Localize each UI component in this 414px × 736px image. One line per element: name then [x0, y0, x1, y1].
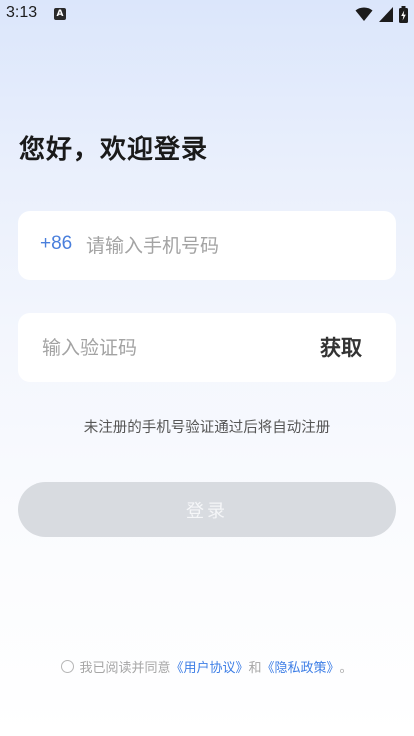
user-agreement-link[interactable]: 《用户协议》 — [170, 657, 248, 676]
verification-code-input[interactable] — [42, 313, 292, 382]
notification-a-icon: A — [54, 8, 66, 20]
agree-checkbox[interactable] — [61, 660, 75, 673]
status-time: 3:13 — [6, 4, 38, 21]
wifi-icon — [355, 7, 373, 22]
status-icons — [355, 5, 408, 23]
page-title: 您好，欢迎登录 — [19, 135, 209, 165]
login-button[interactable]: 登录 — [18, 482, 396, 537]
cell-signal-icon — [379, 6, 393, 22]
auto-register-notice: 未注册的手机号验证通过后将自动注册 — [83, 420, 331, 436]
agreement-suffix: 。 — [339, 661, 353, 676]
agreement-conjunction: 和 — [248, 661, 262, 676]
phone-input[interactable] — [86, 211, 376, 280]
get-code-button[interactable]: 获取 — [320, 332, 362, 362]
privacy-policy-link[interactable]: 《隐私政策》 — [262, 657, 340, 676]
country-code[interactable]: +86 — [40, 233, 72, 255]
verification-code-field: 获取 — [18, 313, 396, 382]
phone-field: +86 — [18, 211, 396, 280]
status-bar: 3:13 A — [0, 0, 414, 28]
battery-icon — [399, 5, 408, 23]
agreement-row: 我已阅读并同意 《用户协议》 和 《隐私政策》 。 — [0, 657, 414, 676]
agreement-prefix: 我已阅读并同意 — [79, 661, 171, 676]
